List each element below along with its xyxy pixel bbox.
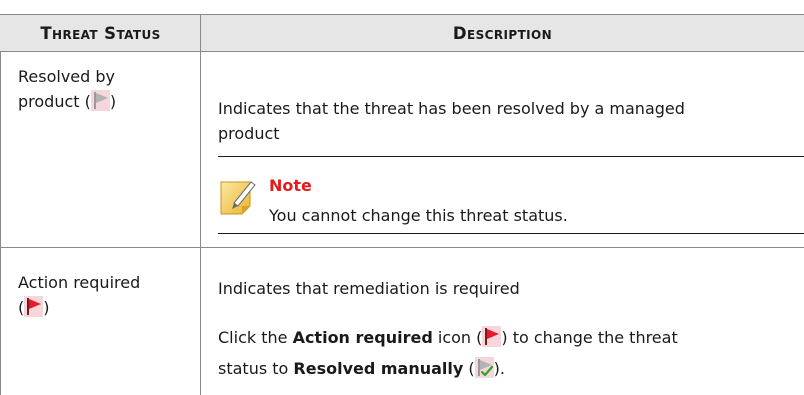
header-description: Description — [452, 24, 553, 43]
instr-icon-text: icon ( — [432, 328, 483, 347]
row2-status: Action required ( ) — [18, 270, 140, 320]
note-bottom-rule — [218, 233, 804, 234]
note-pencil-icon — [220, 181, 256, 215]
note-top-rule — [218, 156, 804, 157]
row2-instruction: Click the Action required icon ( ) to ch… — [218, 322, 678, 384]
row1-description-line2: product — [218, 124, 280, 143]
note-text: You cannot change this threat status. — [269, 206, 568, 225]
instr-paren-open: ( — [463, 359, 475, 378]
row1-status-paren-open: product ( — [18, 92, 91, 111]
header-column-divider — [200, 14, 201, 52]
column-divider — [200, 52, 201, 395]
instr-click-text: Click the — [218, 328, 293, 347]
header-threat-status: Threat Status — [40, 24, 161, 43]
gray-flag-icon — [90, 90, 110, 111]
row1-status-line2: product ( ) — [18, 89, 116, 114]
row2-instruction-line1: Click the Action required icon ( ) to ch… — [218, 322, 678, 353]
red-flag-icon — [24, 296, 44, 317]
threat-status-table: Threat Status Description Resolved by pr… — [0, 14, 804, 395]
row1-description: Indicates that the threat has been resol… — [218, 96, 685, 146]
row2-status-paren-close: ) — [43, 298, 50, 317]
left-border — [0, 52, 1, 395]
row-divider — [0, 247, 804, 248]
row2-instruction-line2: status to Resolved manually ( ). — [218, 353, 678, 384]
row2-status-line2: ( ) — [18, 295, 140, 320]
row2-description: Indicates that remediation is required — [218, 279, 520, 298]
instr-paren-close: ). — [493, 359, 505, 378]
row2-status-line1: Action required — [18, 273, 141, 292]
row1-status: Resolved by product ( ) — [18, 64, 116, 114]
row1-status-line1: Resolved by — [18, 67, 115, 86]
row1-status-paren-close: ) — [109, 92, 117, 111]
note-title: Note — [269, 176, 312, 195]
instr-resolved-manually: Resolved manually — [293, 359, 464, 378]
instr-after-icon-text: ) to change the threat — [501, 328, 678, 347]
instr-action-required: Action required — [292, 328, 433, 347]
red-flag-icon — [482, 326, 502, 347]
instr-status-to-text: status to — [218, 359, 294, 378]
row1-description-line1: Indicates that the threat has been resol… — [218, 99, 685, 118]
table-header: Threat Status Description — [0, 14, 804, 52]
gray-check-flag-icon — [474, 357, 494, 378]
